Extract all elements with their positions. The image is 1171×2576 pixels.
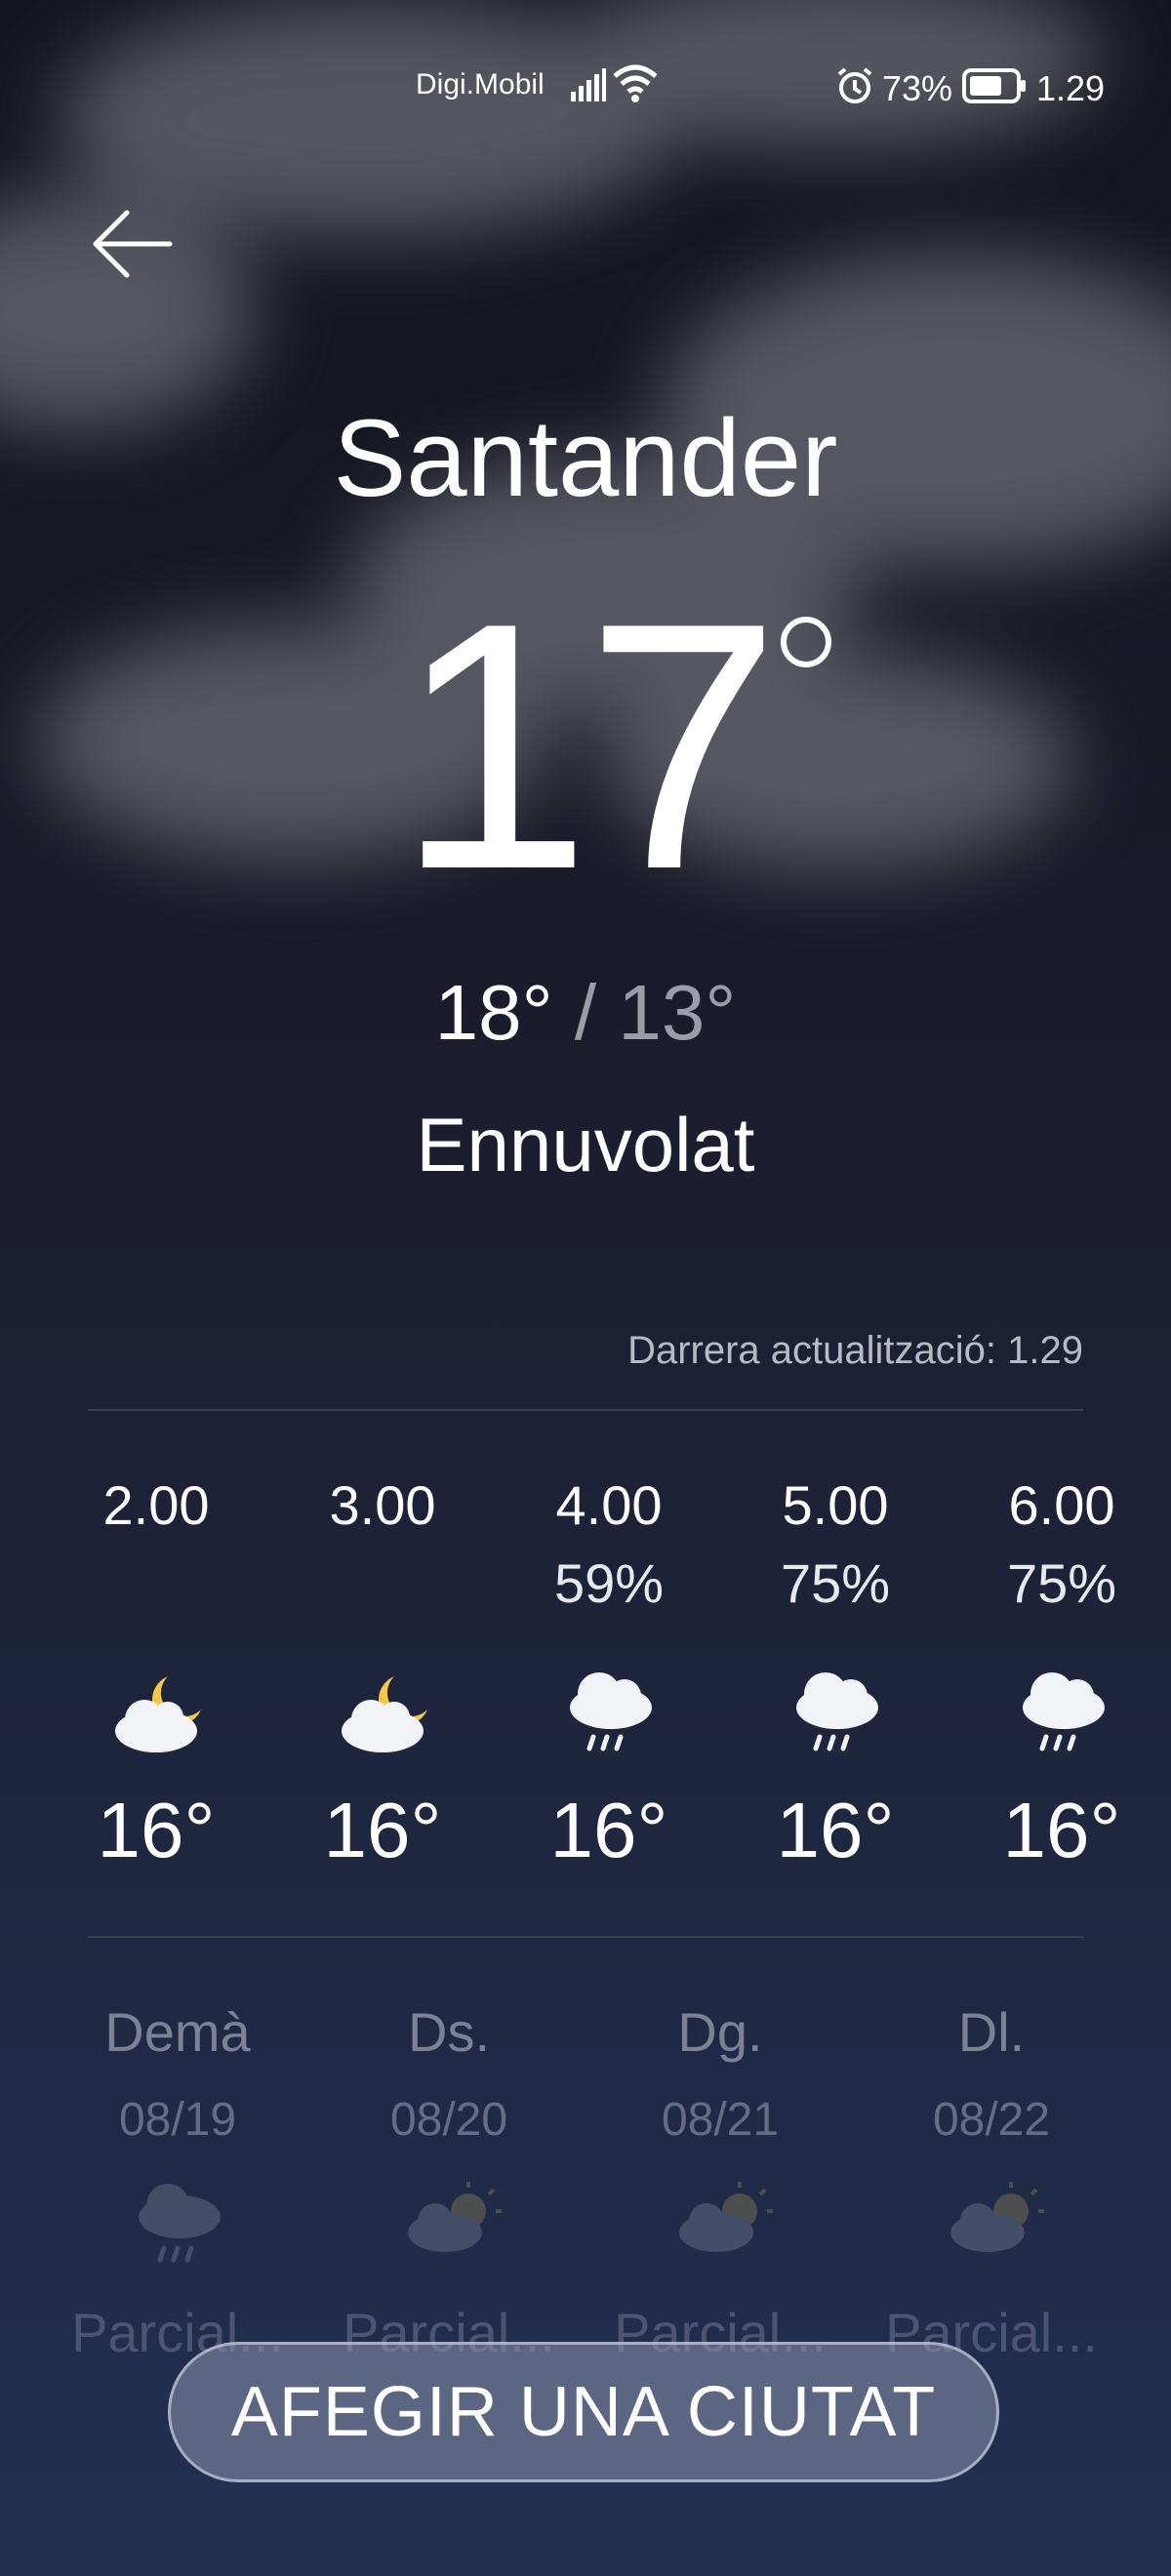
- last-update-text: Darrera actualització: 1.29: [627, 1329, 1083, 1372]
- daily-item[interactable]: Dg. 08/21 Parcial...: [593, 2000, 847, 2364]
- daily-item[interactable]: Dl. 08/22 Parcial...: [865, 2000, 1118, 2364]
- weather-condition: Ennuvolat: [416, 1102, 755, 1187]
- hourly-forecast[interactable]: 2.00 16° 3.00 16° 4.00 59% 16° 5.00 75% …: [59, 1473, 1132, 1883]
- carrier-name: Digi.Mobil: [416, 68, 545, 101]
- daily-forecast[interactable]: Demà 08/19 Parcial... Ds. 08/20 Parcial.…: [39, 2000, 1171, 2391]
- hour-time: 3.00: [329, 1474, 436, 1536]
- alarm-icon: [837, 67, 872, 103]
- sun-cloud-icon: [408, 2182, 502, 2252]
- high-temperature: 18°: [434, 969, 553, 1056]
- day-date: 08/21: [661, 2094, 780, 2146]
- sun-cloud-icon: [950, 2182, 1044, 2252]
- hour-temperature: 16°: [549, 1787, 668, 1873]
- hour-time: 2.00: [102, 1474, 210, 1536]
- day-date: 08/19: [118, 2094, 237, 2146]
- moon-cloud-icon: [342, 1676, 427, 1752]
- battery-percent: 73%: [882, 68, 953, 108]
- hourly-item: 6.00 75% 16°: [964, 1473, 1159, 1875]
- daily-item[interactable]: Demà 08/19 Parcial...: [51, 2000, 304, 2364]
- battery-icon: [962, 68, 1026, 103]
- current-temperature-wrap: 17: [0, 550, 1171, 943]
- hour-precip: [59, 1551, 254, 1639]
- status-bar: Digi.Mobil 73% 1.29: [0, 59, 1171, 117]
- sun-cloud-icon: [679, 2182, 773, 2252]
- daily-item[interactable]: Ds. 08/20 Parcial...: [322, 2000, 576, 2364]
- day-name: Dl.: [957, 2001, 1026, 2063]
- hour-temperature: 16°: [776, 1787, 895, 1873]
- hour-temperature: 16°: [323, 1787, 442, 1873]
- day-date: 08/22: [932, 2094, 1051, 2146]
- moon-cloud-icon: [115, 1676, 201, 1752]
- add-city-button[interactable]: AFEGIR UNA CIUTAT: [168, 2342, 999, 2482]
- day-name: Dg.: [677, 2001, 763, 2063]
- high-low-separator: /: [574, 969, 597, 1056]
- low-temperature: 13°: [618, 969, 737, 1056]
- city-name: Santander: [333, 397, 838, 519]
- hour-time: 6.00: [1008, 1474, 1115, 1536]
- signal-icon: [571, 68, 606, 101]
- rain-cloud-icon: [139, 2184, 221, 2263]
- hour-temperature: 16°: [97, 1787, 216, 1873]
- wifi-icon: [613, 64, 658, 102]
- back-arrow-icon[interactable]: [90, 200, 178, 288]
- hour-precip: 75%: [1006, 1552, 1117, 1614]
- degree-symbol: [781, 617, 831, 667]
- high-low-temperature: 18° / 13°: [0, 968, 1171, 1058]
- hour-precip: 59%: [553, 1552, 665, 1614]
- hourly-item: 4.00 59% 16°: [511, 1473, 707, 1875]
- hour-temperature: 16°: [1002, 1787, 1121, 1873]
- hourly-item: 5.00 75% 16°: [738, 1473, 933, 1875]
- divider: [88, 1936, 1083, 1938]
- rain-cloud-icon: [1023, 1672, 1105, 1751]
- status-time: 1.29: [1036, 68, 1106, 108]
- hourly-item: 3.00 16°: [285, 1473, 480, 1875]
- current-temperature: 17: [395, 550, 781, 943]
- divider: [88, 1409, 1083, 1411]
- hourly-item: 2.00 16°: [59, 1473, 254, 1875]
- rain-cloud-icon: [570, 1672, 652, 1751]
- rain-cloud-icon: [796, 1672, 878, 1751]
- hour-time: 4.00: [555, 1474, 663, 1536]
- day-name: Demà: [104, 2001, 251, 2063]
- day-date: 08/20: [389, 2094, 508, 2146]
- hour-precip: [285, 1551, 480, 1639]
- hour-time: 5.00: [782, 1474, 889, 1536]
- day-name: Ds.: [408, 2001, 490, 2063]
- hour-precip: 75%: [780, 1552, 891, 1614]
